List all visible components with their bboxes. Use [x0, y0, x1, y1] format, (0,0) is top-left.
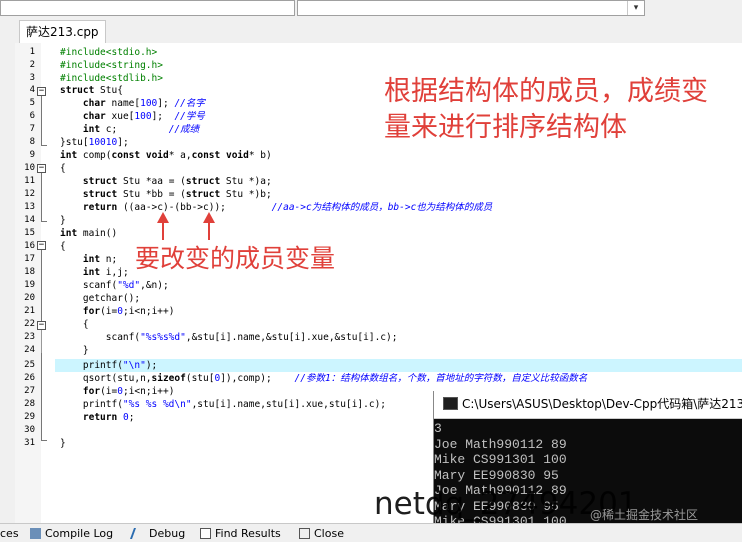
- compile-log-icon: [30, 528, 41, 539]
- tab-close[interactable]: Close: [299, 526, 344, 542]
- annotation-line-1: 根据结构体的成员，成绩变: [384, 76, 708, 107]
- tab-compile-log-label: Compile Log: [45, 527, 114, 540]
- tab-close-label: Close: [314, 527, 344, 540]
- arrow-up-icon: [157, 212, 169, 240]
- close-panel-icon: [299, 528, 310, 539]
- annotation-member-note: 要改变的成员变量: [135, 244, 336, 273]
- annotation-line-2: 量来进行排序结构体: [384, 112, 627, 143]
- tab-compile-log[interactable]: Compile Log: [30, 526, 113, 542]
- arrow-up-icon: [203, 212, 215, 240]
- tab-find-results-label: Find Results: [215, 527, 281, 540]
- console-title: C:\Users\ASUS\Desktop\Dev-Cpp代码箱\萨达213: [462, 397, 742, 411]
- console-icon: [443, 397, 458, 410]
- tab-find-results[interactable]: Find Results: [200, 526, 281, 542]
- debug-check-icon: [129, 528, 148, 539]
- annotation-sort-note: 根据结构体的成员，成绩变 量来进行排序结构体: [384, 74, 708, 146]
- tab-debug[interactable]: Debug: [129, 526, 186, 542]
- find-results-icon: [200, 528, 211, 539]
- tab-debug-label: Debug: [149, 527, 186, 540]
- watermark-small: @稀土掘金技术社区: [590, 508, 699, 522]
- bottom-panel-tabs: ces Compile Log Debug Find Results Close: [0, 523, 742, 542]
- console-title-bar[interactable]: C:\Users\ASUS\Desktop\Dev-Cpp代码箱\萨达213: [434, 391, 742, 419]
- tab-ces[interactable]: ces: [0, 526, 19, 542]
